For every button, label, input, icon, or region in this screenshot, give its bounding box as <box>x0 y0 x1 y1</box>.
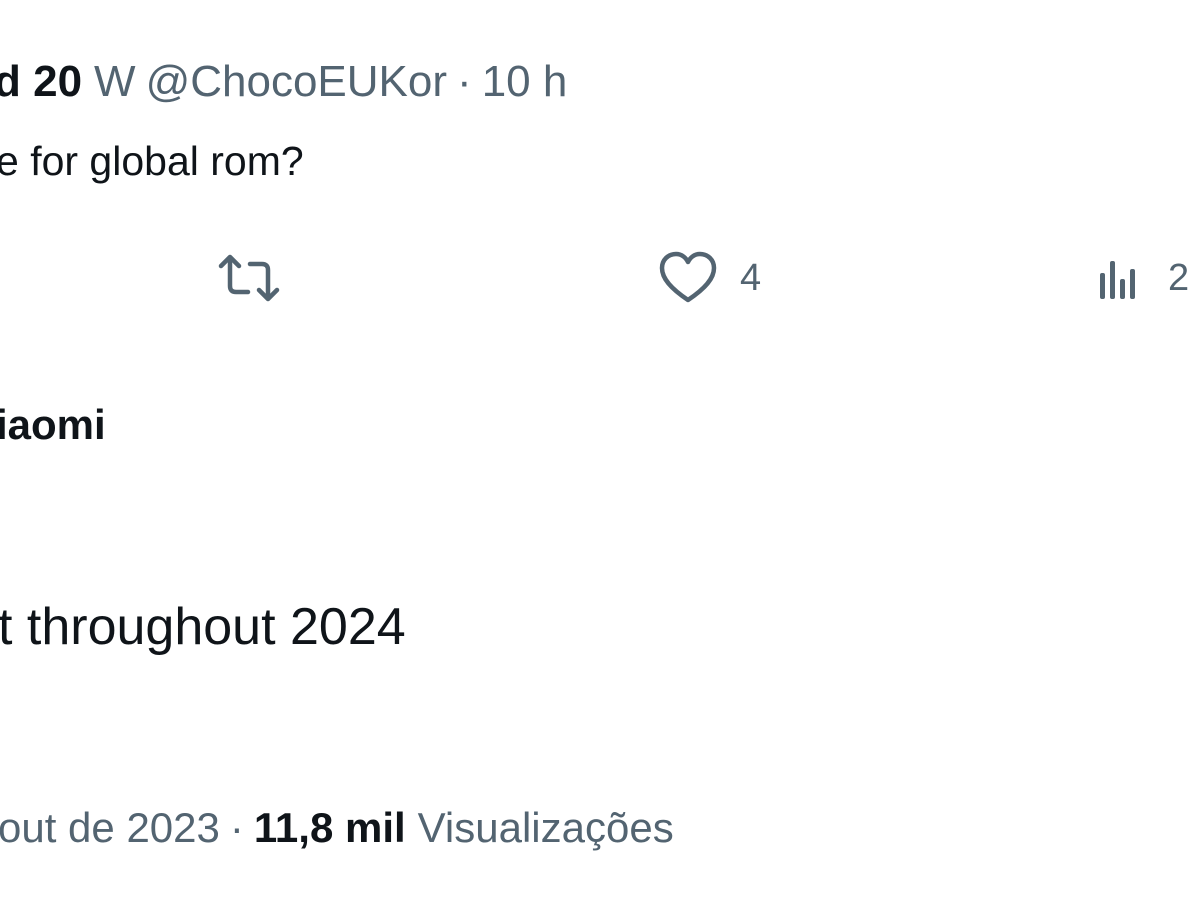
analytics-icon <box>1096 253 1146 303</box>
retweet-button[interactable] <box>216 248 282 308</box>
main-tweet-views-count: 11,8 mil <box>253 804 406 851</box>
like-count: 4 <box>740 257 762 299</box>
meta-separator: · <box>229 804 244 851</box>
views-button[interactable]: 2 <box>1096 248 1189 308</box>
reply-header-separator: · <box>457 57 472 106</box>
main-tweet-text: t throughout 2024 <box>0 598 406 656</box>
reply-author-handle[interactable]: @ChocoEUKor <box>146 52 447 112</box>
main-tweet-author-name[interactable]: iaomi <box>0 396 106 454</box>
reply-tweet-text: e for global rom? <box>0 138 304 184</box>
reply-timestamp[interactable]: 10 h <box>482 52 568 112</box>
like-button[interactable]: 4 <box>658 248 761 308</box>
main-tweet-meta: out de 2023 · 11,8 mil Visualizações <box>0 798 674 858</box>
reply-tweet-header: d 20 W @ChocoEUKor · 10 h <box>0 52 567 112</box>
main-tweet-views-label: Visualizações <box>417 804 674 851</box>
views-count-small: 2 <box>1168 257 1190 299</box>
reply-author-name[interactable]: d 20 <box>0 52 82 112</box>
reply-author-suffix: W <box>94 57 136 106</box>
retweet-icon <box>216 248 282 308</box>
heart-icon <box>658 250 718 306</box>
main-tweet-date[interactable]: out de 2023 <box>0 798 220 858</box>
